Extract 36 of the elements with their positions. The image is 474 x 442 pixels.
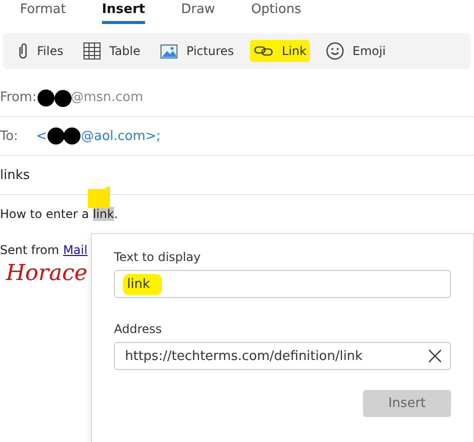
redaction-mark <box>44 127 83 145</box>
display-text-field[interactable]: link <box>114 270 451 298</box>
body-text: How to enter a <box>0 207 90 221</box>
ribbon-tab[interactable]: Draw <box>181 0 216 24</box>
toolbar-button[interactable]: Link <box>250 40 310 62</box>
toolbar-button[interactable]: Files <box>13 38 68 64</box>
ribbon-tab[interactable]: Options <box>251 0 302 24</box>
redaction-mark <box>36 88 73 106</box>
ribbon-tab[interactable]: Format <box>20 0 66 24</box>
highlighter-mark <box>88 186 110 208</box>
recipient-address: @aol.com>; <box>80 128 161 144</box>
table-icon <box>83 42 102 60</box>
selected-word: link <box>92 207 114 221</box>
subject-text: links <box>0 168 30 182</box>
to-label: To: <box>0 128 18 144</box>
sender-address: @msn.com <box>70 90 144 105</box>
field-label: Address <box>114 322 163 336</box>
toolbar-button[interactable]: Pictures <box>156 40 238 62</box>
close-icon[interactable] <box>428 349 442 363</box>
emoji-icon <box>326 42 344 60</box>
paperclip-icon <box>17 42 29 60</box>
body-text: . <box>114 207 118 221</box>
toolbar-button[interactable]: Emoji <box>322 38 390 64</box>
signature-name: Horace <box>6 261 88 286</box>
toolbar-button[interactable]: Table <box>79 38 144 64</box>
from-label: From: <box>0 90 37 105</box>
mail-link[interactable]: Mail <box>63 243 88 257</box>
address-field[interactable]: https://techterms.com/definition/link <box>114 342 451 370</box>
picture-icon <box>160 44 178 58</box>
ribbon-tab[interactable]: Insert <box>102 0 146 24</box>
link-icon <box>254 45 274 57</box>
signature-text: Sent from <box>0 243 60 257</box>
field-value: https://techterms.com/definition/link <box>124 348 364 366</box>
field-label: Text to display <box>114 250 202 264</box>
recipient-bracket: < <box>36 128 47 144</box>
field-value: link <box>123 274 162 294</box>
